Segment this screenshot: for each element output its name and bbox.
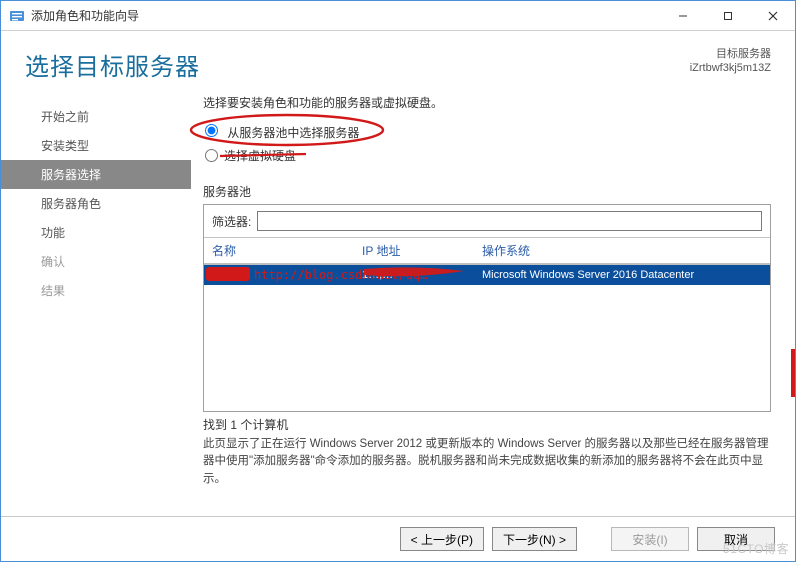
annotation-redaction: http://blog.csdn.net/qq…: [204, 265, 474, 285]
watermark: 51CTO博客: [723, 540, 789, 557]
found-count: 找到 1 个计算机: [203, 416, 771, 433]
nav-server-selection[interactable]: 服务器选择: [1, 160, 191, 189]
col-name[interactable]: 名称: [204, 238, 354, 263]
explanation-text: 此页显示了正在运行 Windows Server 2012 或更新版本的 Win…: [203, 436, 771, 488]
nav-confirmation: 确认: [1, 247, 191, 276]
destination-value: iZrtbwf3kj5m13Z: [690, 61, 771, 75]
install-button: 安装(I): [611, 527, 689, 551]
radio-select-vhd[interactable]: 选择虚拟硬盘: [203, 147, 771, 164]
nav-features[interactable]: 功能: [1, 218, 191, 247]
nav-results: 结果: [1, 276, 191, 305]
col-ip[interactable]: IP 地址: [354, 238, 474, 263]
wizard-footer: < 上一步(P) 下一步(N) > 安装(I) 取消: [1, 516, 795, 561]
cell-os: Microsoft Windows Server 2016 Datacenter: [474, 267, 770, 283]
edge-marker: [791, 349, 795, 397]
radio-vhd-label: 选择虚拟硬盘: [224, 149, 296, 163]
col-os[interactable]: 操作系统: [474, 238, 770, 263]
table-header: 名称 IP 地址 操作系统: [204, 238, 770, 265]
titlebar: 添加角色和功能向导: [1, 1, 795, 31]
filter-input[interactable]: [257, 211, 762, 231]
server-list-empty-area: [204, 285, 770, 411]
destination-label: 目标服务器: [690, 47, 771, 61]
close-button[interactable]: [750, 1, 795, 31]
server-pool-box: 筛选器: 名称 IP 地址 操作系统 1…,… Microsoft Window…: [203, 204, 771, 412]
destination-server-box: 目标服务器 iZrtbwf3kj5m13Z: [690, 47, 771, 76]
app-icon: [9, 8, 25, 24]
previous-button[interactable]: < 上一步(P): [400, 527, 484, 551]
window-title: 添加角色和功能向导: [31, 7, 139, 24]
radio-pool-input[interactable]: [205, 124, 218, 137]
wizard-nav: 开始之前 安装类型 服务器选择 服务器角色 功能 确认 结果: [1, 94, 191, 516]
radio-select-from-pool[interactable]: 从服务器池中选择服务器: [203, 124, 771, 141]
next-button[interactable]: 下一步(N) >: [492, 527, 577, 551]
server-row-selected[interactable]: 1…,… Microsoft Windows Server 2016 Datac…: [204, 265, 770, 285]
filter-label: 筛选器:: [212, 213, 251, 230]
nav-installation-type[interactable]: 安装类型: [1, 131, 191, 160]
server-pool-label: 服务器池: [203, 183, 771, 200]
nav-server-roles[interactable]: 服务器角色: [1, 189, 191, 218]
page-title: 选择目标服务器: [25, 47, 200, 82]
instruction-text: 选择要安装角色和功能的服务器或虚拟硬盘。: [203, 94, 771, 111]
radio-vhd-input[interactable]: [205, 149, 218, 162]
minimize-button[interactable]: [660, 1, 705, 31]
nav-before-you-begin[interactable]: 开始之前: [1, 102, 191, 131]
radio-pool-label: 从服务器池中选择服务器: [227, 126, 359, 140]
maximize-button[interactable]: [705, 1, 750, 31]
